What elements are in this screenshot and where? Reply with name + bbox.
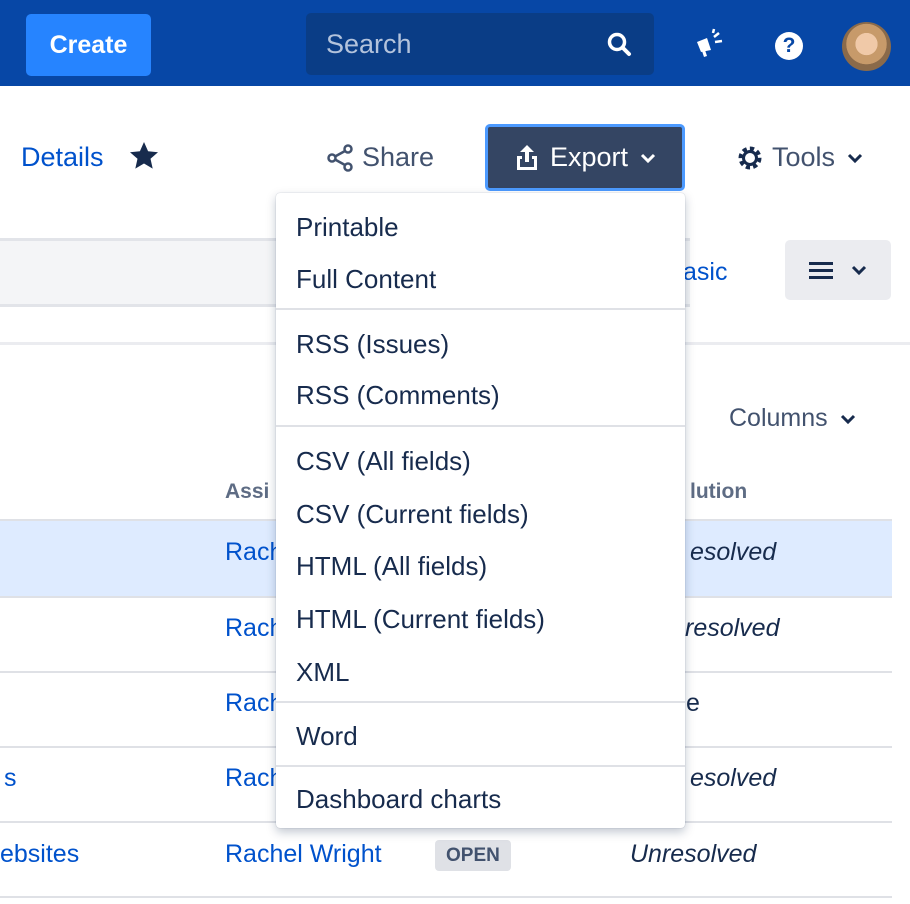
assignee-link[interactable]: Rach: [225, 614, 283, 643]
menu-item-csv-current-fields[interactable]: CSV (Current fields): [296, 499, 529, 530]
chevron-down-icon: [840, 414, 855, 424]
details-link[interactable]: Details: [21, 142, 104, 173]
top-navigation-bar: Create Search ?: [0, 0, 910, 86]
menu-item-dashboard-charts[interactable]: Dashboard charts: [296, 784, 501, 815]
summary-link[interactable]: s: [4, 764, 17, 793]
resolution-value: e: [686, 689, 700, 717]
export-label: Export: [549, 142, 629, 172]
hamburger-icon: [809, 262, 833, 279]
menu-item-printable[interactable]: Printable: [296, 212, 399, 243]
export-icon: [516, 144, 537, 170]
create-button[interactable]: Create: [26, 14, 151, 76]
search-input[interactable]: Search: [306, 13, 654, 75]
basic-search-link[interactable]: asic: [683, 258, 727, 287]
search-placeholder: Search: [326, 29, 412, 59]
menu-item-html-all-fields[interactable]: HTML (All fields): [296, 551, 487, 582]
column-header-resolution[interactable]: lution: [690, 480, 747, 504]
feedback-icon[interactable]: [693, 28, 725, 60]
star-icon[interactable]: [128, 140, 160, 172]
help-icon[interactable]: ?: [775, 32, 803, 60]
resolution-value: esolved: [690, 538, 777, 566]
view-options-button[interactable]: [785, 240, 891, 300]
assignee-link[interactable]: Rachel Wright: [225, 840, 382, 869]
status-badge: OPEN: [435, 840, 511, 871]
search-icon[interactable]: [606, 31, 632, 57]
menu-item-xml[interactable]: XML: [296, 657, 349, 688]
columns-button[interactable]: Columns: [729, 404, 856, 433]
menu-divider: [276, 425, 685, 427]
share-icon: [327, 143, 353, 172]
menu-divider: [276, 701, 685, 703]
gear-icon: [738, 146, 762, 169]
menu-divider: [276, 308, 685, 310]
chevron-down-icon: [847, 153, 863, 163]
avatar[interactable]: [842, 22, 891, 71]
chevron-down-icon: [640, 153, 656, 163]
assignee-link[interactable]: Rach: [225, 764, 283, 793]
share-button[interactable]: Share: [326, 142, 434, 173]
share-label: Share: [362, 142, 435, 172]
summary-link[interactable]: ebsites: [0, 840, 79, 869]
menu-item-rss-issues[interactable]: RSS (Issues): [296, 329, 449, 360]
chevron-down-icon: [851, 265, 867, 276]
assignee-link[interactable]: Rach: [225, 689, 283, 718]
export-button[interactable]: Export: [485, 124, 685, 191]
menu-item-word[interactable]: Word: [296, 721, 358, 752]
menu-divider: [276, 765, 685, 767]
tools-label: Tools: [772, 142, 836, 172]
export-dropdown-menu: Printable Full Content RSS (Issues) RSS …: [276, 193, 685, 828]
resolution-value: Unresolved: [630, 840, 757, 868]
menu-item-csv-all-fields[interactable]: CSV (All fields): [296, 446, 471, 477]
menu-item-rss-comments[interactable]: RSS (Comments): [296, 380, 500, 411]
menu-item-full-content[interactable]: Full Content: [296, 264, 436, 295]
assignee-link[interactable]: Rach: [225, 538, 283, 567]
resolution-value: esolved: [690, 764, 777, 792]
tools-button[interactable]: Tools: [736, 142, 863, 173]
columns-label: Columns: [729, 404, 828, 432]
resolution-value: resolved: [685, 614, 780, 642]
column-header-assignee[interactable]: Assi: [225, 480, 269, 504]
menu-item-html-current-fields[interactable]: HTML (Current fields): [296, 604, 545, 635]
